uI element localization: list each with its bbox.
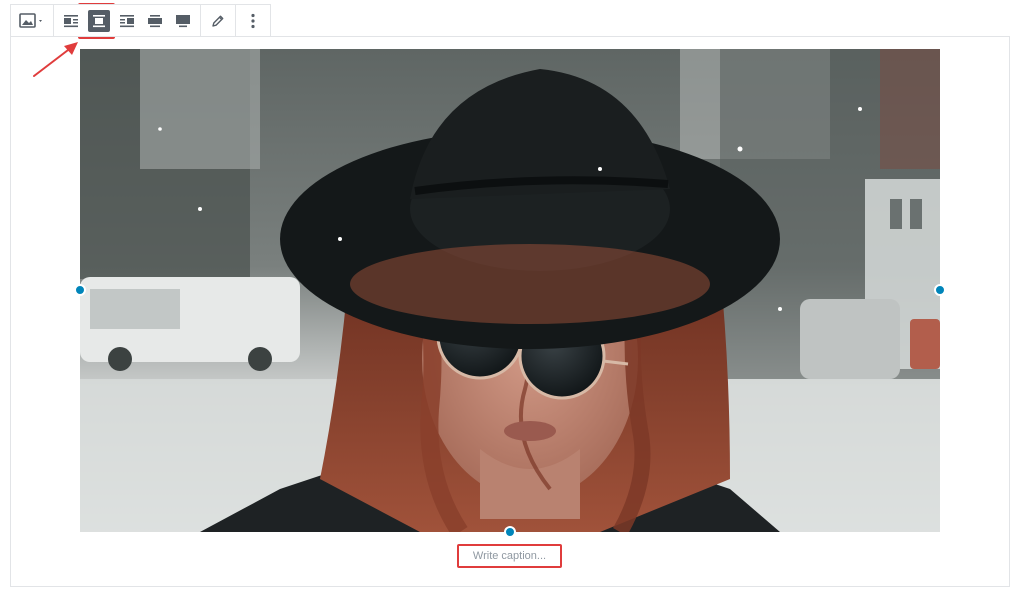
editor-canvas: Write caption... <box>0 0 1024 599</box>
chevron-down-icon <box>39 19 42 22</box>
resize-handle-bottom[interactable] <box>504 526 516 538</box>
portrait-photo <box>80 49 940 532</box>
image-icon <box>19 12 42 28</box>
align-center-button[interactable] <box>85 7 113 35</box>
more-group <box>236 5 270 36</box>
align-center-icon <box>93 14 105 27</box>
caption-input[interactable]: Write caption... <box>457 544 562 568</box>
align-left-button[interactable] <box>57 7 85 35</box>
block-toolbar <box>10 4 271 37</box>
alignment-group <box>54 5 201 36</box>
edit-group <box>201 5 236 36</box>
align-full-icon <box>176 14 190 27</box>
align-wide-button[interactable] <box>141 7 169 35</box>
align-full-button[interactable] <box>169 7 197 35</box>
block-image[interactable] <box>80 49 940 532</box>
block-type-switcher[interactable] <box>14 7 50 35</box>
resize-handle-left[interactable] <box>74 284 86 296</box>
edit-image-button[interactable] <box>204 7 232 35</box>
align-right-icon <box>120 14 134 27</box>
align-right-button[interactable] <box>113 7 141 35</box>
align-left-icon <box>64 14 78 27</box>
more-options-button[interactable] <box>239 7 267 35</box>
annotation-arrow-icon <box>33 42 78 77</box>
resize-handle-right[interactable] <box>934 284 946 296</box>
more-vertical-icon <box>251 13 255 28</box>
block-switcher-group <box>11 5 54 36</box>
caption-placeholder: Write caption... <box>472 550 547 562</box>
pencil-icon <box>212 15 224 27</box>
align-wide-icon <box>148 14 162 27</box>
